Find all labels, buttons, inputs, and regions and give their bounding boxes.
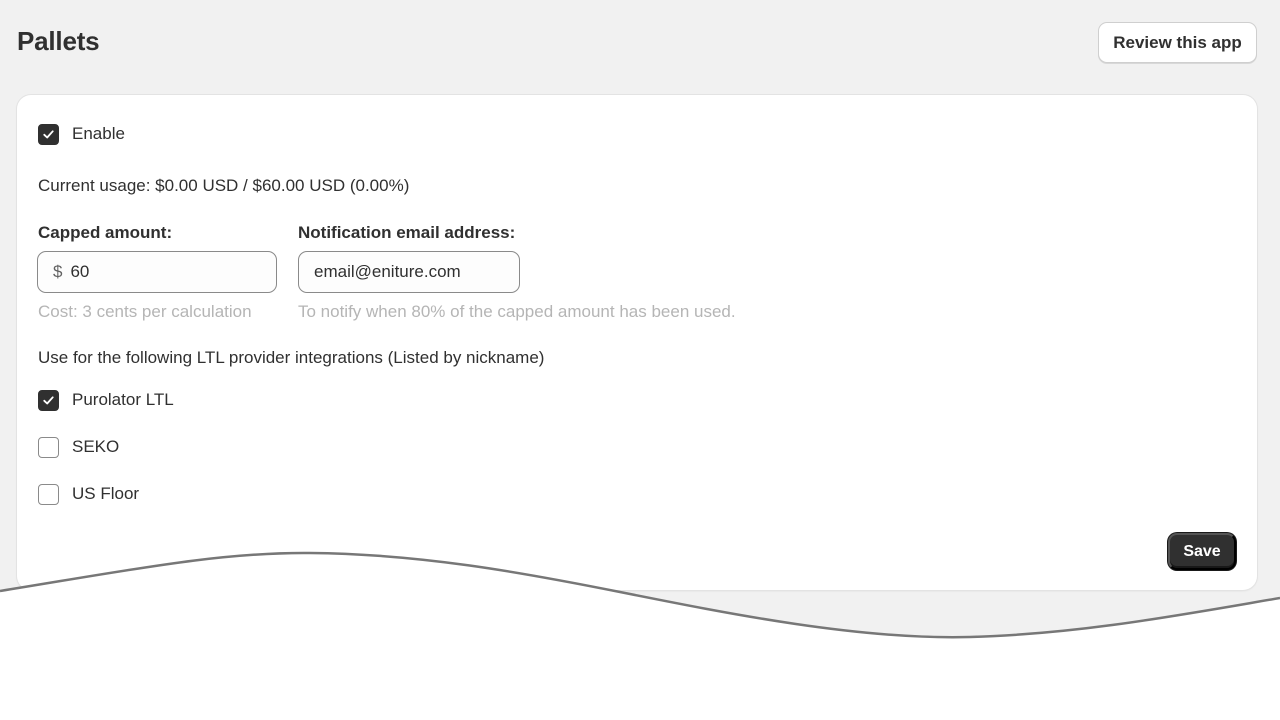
integration-checkbox[interactable]: [38, 389, 59, 411]
notification-email-input[interactable]: email@eniture.com: [298, 251, 520, 293]
capped-amount-value: 60: [70, 262, 90, 281]
page-title: Pallets: [17, 26, 100, 56]
integration-label: SEKO: [72, 437, 120, 456]
settings-card: Enable Current usage: $0.00 USD / $60.00…: [17, 95, 1257, 590]
review-app-button[interactable]: Review this app: [1098, 22, 1257, 63]
integration-row-us-floor[interactable]: US Floor: [38, 483, 139, 505]
capped-amount-input[interactable]: $ 60: [37, 251, 277, 293]
notification-email-label: Notification email address:: [298, 223, 516, 242]
checkmark-icon: [43, 395, 54, 404]
integration-label: US Floor: [72, 484, 140, 503]
enable-checkbox-row[interactable]: Enable: [38, 123, 125, 145]
integration-row-seko[interactable]: SEKO: [38, 436, 119, 458]
enable-checkbox[interactable]: [38, 123, 59, 145]
integration-row-purolator[interactable]: Purolator LTL: [38, 389, 174, 411]
capped-amount-help: Cost: 3 cents per calculation: [38, 302, 252, 321]
save-button[interactable]: Save: [1168, 533, 1236, 570]
integration-checkbox[interactable]: [38, 483, 59, 505]
notification-email-value: email@eniture.com: [314, 262, 461, 281]
current-usage-text: Current usage: $0.00 USD / $60.00 USD (0…: [38, 176, 410, 195]
integration-checkbox[interactable]: [38, 436, 59, 458]
currency-prefix: $: [53, 262, 63, 281]
app-stage: Pallets Review this app Enable Current u…: [0, 0, 1280, 720]
capped-amount-label: Capped amount:: [38, 223, 173, 242]
enable-label: Enable: [72, 124, 125, 143]
checkmark-icon: [43, 129, 54, 138]
integration-label: Purolator LTL: [72, 390, 174, 409]
integrations-title: Use for the following LTL provider integ…: [38, 348, 545, 367]
notification-email-help: To notify when 80% of the capped amount …: [298, 302, 736, 321]
